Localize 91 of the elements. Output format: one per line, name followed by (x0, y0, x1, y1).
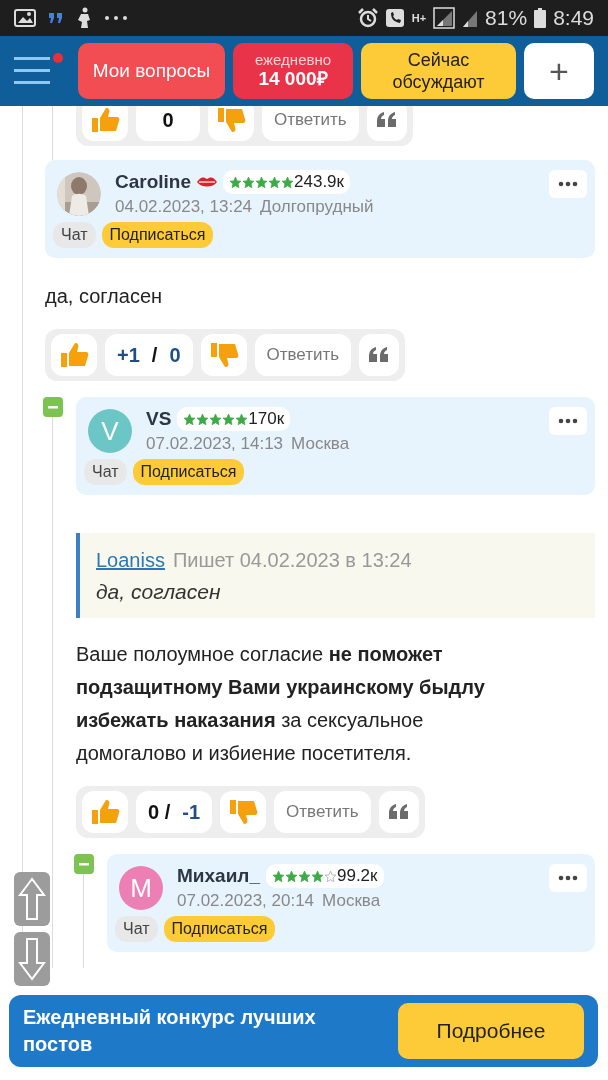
comment-text: да, согласен (45, 284, 164, 309)
more-button[interactable] (549, 170, 587, 198)
more-icon (104, 15, 128, 21)
subscribe-button[interactable]: Подписаться (163, 916, 276, 942)
thumbs-down-icon (208, 341, 239, 369)
author-city: Москва (291, 434, 350, 453)
star-icon (284, 869, 298, 883)
star-icon (323, 869, 337, 883)
collapse-toggle[interactable] (43, 397, 63, 417)
scroll-up-button[interactable] (14, 872, 50, 926)
banner-text: Ежедневный конкурс лучших постов (23, 1005, 317, 1057)
thumbs-down-icon (228, 798, 259, 826)
quote-button[interactable] (366, 106, 407, 141)
rating-value: 243.9к (294, 172, 344, 192)
star-icon (235, 412, 249, 426)
clock: 8:49 (553, 6, 594, 30)
star-icon (255, 175, 269, 189)
star-icon (310, 869, 324, 883)
chat-button[interactable]: Чат (53, 222, 96, 248)
thumbs-up-icon (90, 798, 120, 826)
quote-icon (387, 804, 410, 820)
avatar: V (88, 409, 132, 453)
vote-score: 0 (136, 106, 200, 141)
author-name[interactable]: VS (146, 408, 172, 430)
rating-value: 99.2к (336, 866, 378, 886)
thumbs-down-icon (216, 106, 246, 134)
signal-icon (433, 7, 456, 29)
subscribe-button[interactable]: Подписаться (132, 459, 245, 485)
prize-button[interactable]: ежедневно 14 000₽ (233, 43, 353, 99)
quoted-user-link[interactable]: Loaniss (96, 549, 165, 571)
more-button[interactable] (549, 407, 587, 435)
author-name[interactable]: Михаил_ (177, 865, 260, 887)
like-button[interactable] (82, 791, 128, 833)
star-icon (229, 175, 243, 189)
vote-score: 0 / -1 (136, 791, 213, 833)
more-icon (558, 418, 578, 424)
comment-text: Ваше полоумное согласие не поможет подзащитному Вами украинскому быдлу избежать наказания за сексуальное домогалово и избиение посетителя. (76, 642, 486, 766)
star-icon (222, 412, 236, 426)
star-icon (183, 412, 197, 426)
collapse-toggle[interactable] (74, 854, 94, 874)
phone-icon (384, 8, 405, 28)
star-icon (268, 175, 282, 189)
battery-percent: 81% (485, 6, 528, 30)
avatar: M (119, 866, 163, 910)
post-date: 07.02.2023, 20:14 (177, 891, 315, 910)
battery-icon (534, 8, 547, 28)
more-icon (558, 181, 578, 187)
rating-value: 170к (248, 409, 285, 429)
star-icon (196, 412, 210, 426)
subscribe-button[interactable]: Подписаться (101, 222, 214, 248)
post-date: 04.02.2023, 13:24 (115, 197, 253, 216)
add-button[interactable]: + (524, 43, 594, 99)
author-city: Долгопрудный (260, 197, 374, 216)
quoted-text: да, согласен (96, 580, 222, 604)
like-button[interactable] (51, 334, 97, 376)
thumbs-up-icon (59, 341, 89, 369)
quote-meta: Пишет 04.02.2023 в 13:24 (172, 549, 412, 571)
author-city: Москва (322, 891, 381, 910)
network-type: H+ (411, 12, 427, 24)
post-date: 07.02.2023, 14:13 (146, 434, 284, 453)
quote-icon (375, 112, 398, 128)
reply-button[interactable]: Ответить (254, 334, 352, 376)
dislike-button[interactable] (208, 106, 254, 141)
discussed-now-button[interactable]: Сейчас обсуждают (361, 43, 516, 99)
quote-icon (368, 347, 391, 363)
vote-score: +1 / 0 (105, 334, 193, 376)
star-icon (281, 175, 295, 189)
star-icon (271, 869, 285, 883)
star-icon (297, 869, 311, 883)
figure-icon (76, 7, 92, 29)
quote-button[interactable] (359, 334, 400, 376)
star-icon (242, 175, 256, 189)
alarm-icon (357, 8, 378, 28)
details-button[interactable]: Подробнее (398, 1003, 584, 1059)
scroll-down-button[interactable] (14, 932, 50, 986)
like-button[interactable] (82, 106, 128, 141)
reply-button[interactable]: Ответить (274, 791, 371, 833)
author-name[interactable]: Caroline (115, 171, 192, 193)
image-icon (14, 9, 36, 27)
reply-button[interactable]: Ответить (262, 106, 359, 141)
quote-icon (48, 12, 64, 24)
dislike-button[interactable] (200, 334, 247, 376)
more-button[interactable] (549, 864, 587, 892)
more-icon (558, 875, 578, 881)
chat-button[interactable]: Чат (84, 459, 127, 485)
my-questions-button[interactable]: Мои вопросы (78, 43, 225, 99)
dislike-button[interactable] (220, 791, 267, 833)
quote-button[interactable] (378, 791, 419, 833)
thumbs-up-icon (90, 106, 120, 134)
chat-button[interactable]: Чат (115, 916, 158, 942)
star-icon (209, 412, 223, 426)
